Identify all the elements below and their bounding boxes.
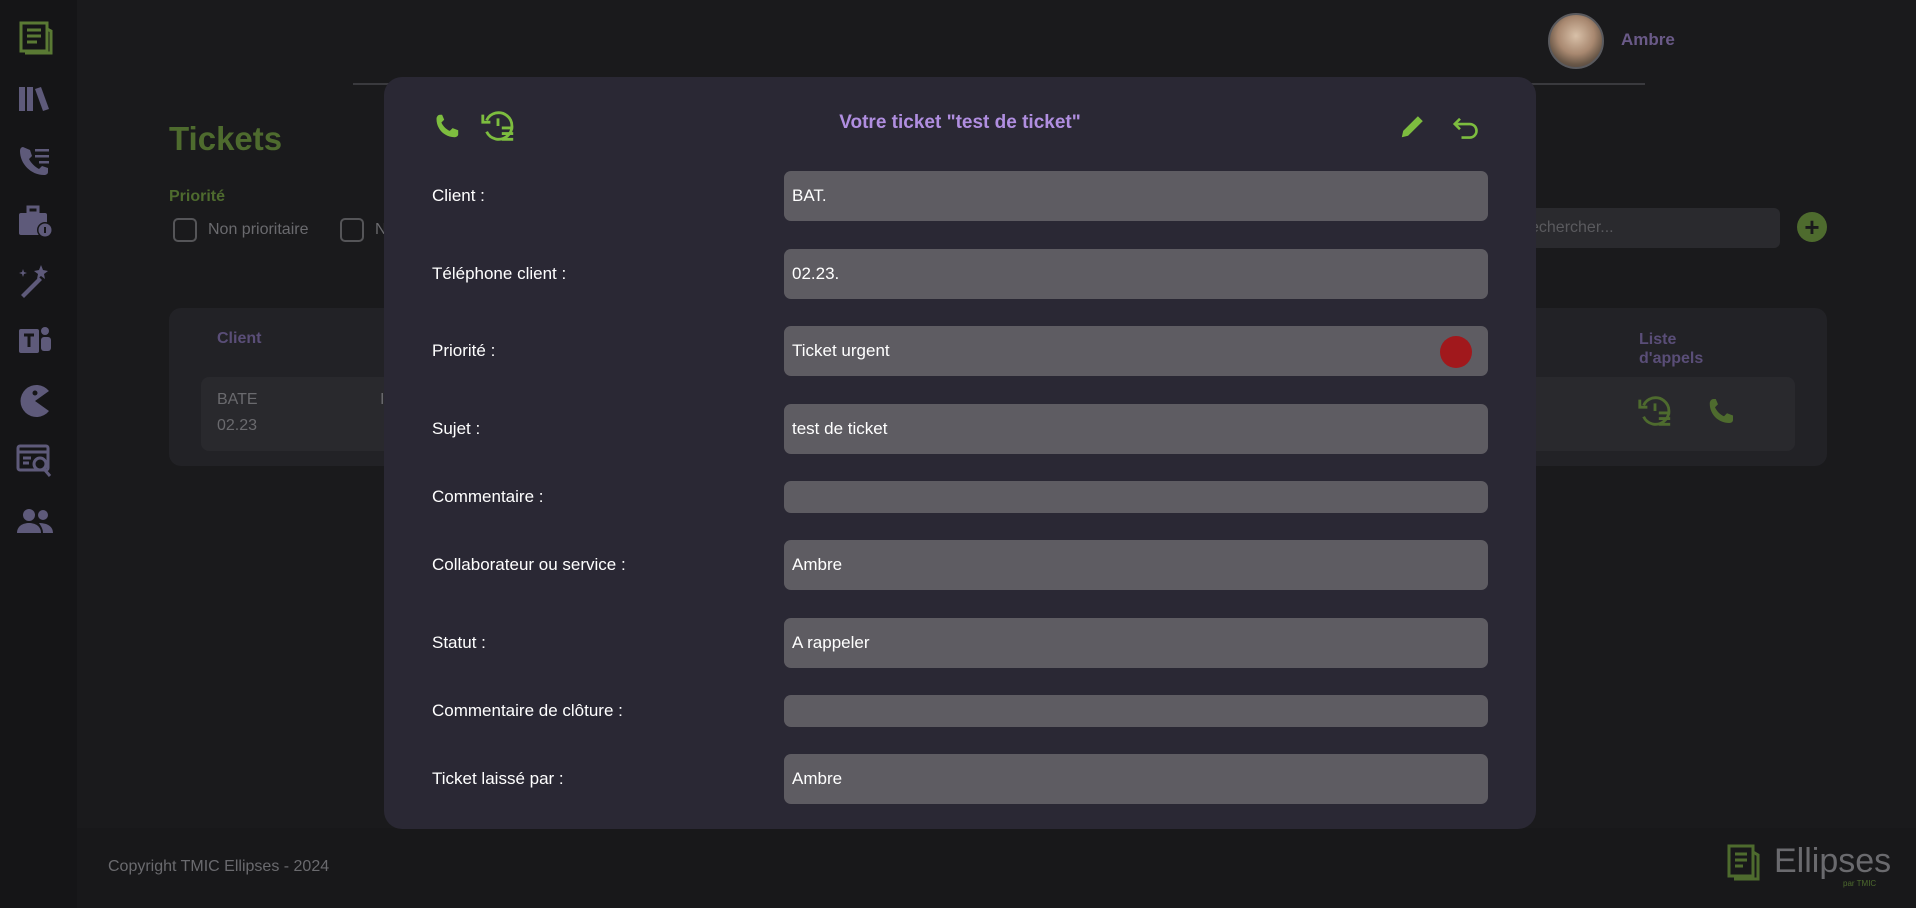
search-input[interactable]: echercher... xyxy=(1520,208,1780,248)
ellipses-logo-icon xyxy=(1727,844,1760,881)
field-label-laisse-par: Ticket laissé par : xyxy=(432,769,564,788)
field-statut[interactable]: A rappeler xyxy=(784,618,1488,668)
field-laisse-par[interactable]: Ambre xyxy=(784,754,1488,804)
ticket-modal: Votre ticket "test de ticket" Client : B… xyxy=(384,77,1536,829)
field-label-telephone: Téléphone client : xyxy=(432,264,567,283)
call-history-icon[interactable] xyxy=(1636,392,1674,435)
field-label-commentaire: Commentaire : xyxy=(432,487,544,506)
priority-value: Ticket urgent xyxy=(792,341,890,360)
column-header-liste-appels: Liste d'appels xyxy=(1639,330,1703,368)
edit-pencil-icon[interactable] xyxy=(1398,111,1428,141)
return-icon[interactable] xyxy=(1450,113,1482,141)
brand-subtitle: par TMIC xyxy=(1843,879,1877,888)
filter-checkbox-non-prioritaire[interactable] xyxy=(173,218,197,242)
logo-icon[interactable] xyxy=(14,16,56,58)
field-telephone[interactable]: 02.23. xyxy=(784,249,1488,299)
field-label-priorite: Priorité : xyxy=(432,341,496,360)
add-ticket-button[interactable]: + xyxy=(1797,212,1827,242)
modal-title: Votre ticket "test de ticket" xyxy=(839,112,1081,133)
field-priorite[interactable]: Ticket urgent xyxy=(784,326,1488,376)
wand-icon[interactable] xyxy=(14,260,56,302)
sidebar xyxy=(0,0,77,908)
briefcase-info-icon[interactable] xyxy=(14,200,56,242)
field-commentaire[interactable] xyxy=(784,481,1488,513)
field-label-collaborateur: Collaborateur ou service : xyxy=(432,555,626,574)
field-commentaire-cloture[interactable] xyxy=(784,695,1488,727)
library-icon[interactable] xyxy=(14,78,56,120)
field-label-commentaire-cloture: Commentaire de clôture : xyxy=(432,701,623,720)
users-icon[interactable] xyxy=(14,500,56,542)
brand-name: Ellipses xyxy=(1774,841,1892,880)
column-header-line: Liste xyxy=(1639,331,1677,348)
field-label-sujet: Sujet : xyxy=(432,419,481,438)
filter-checkbox-2[interactable] xyxy=(340,218,364,242)
copyright: Copyright TMIC Ellipses - 2024 xyxy=(108,858,330,875)
field-label-statut: Statut : xyxy=(432,633,486,652)
row-client: BATE xyxy=(217,391,258,408)
footer xyxy=(77,828,1916,908)
field-label-client: Client : xyxy=(432,186,485,205)
column-header-line: d'appels xyxy=(1639,350,1704,367)
call-list-icon[interactable] xyxy=(14,140,56,182)
avatar[interactable] xyxy=(1548,13,1604,69)
column-header-client: Client xyxy=(217,330,262,347)
teams-icon[interactable] xyxy=(14,320,56,362)
field-collaborateur[interactable]: Ambre xyxy=(784,540,1488,590)
priority-urgent-indicator xyxy=(1440,336,1472,368)
field-client[interactable]: BAT. xyxy=(784,171,1488,221)
field-sujet[interactable]: test de ticket xyxy=(784,404,1488,454)
page-title: Tickets xyxy=(169,120,283,157)
filter-label: Non prioritaire xyxy=(208,221,309,238)
phone-icon[interactable] xyxy=(1706,396,1736,431)
priority-filter-label: Priorité xyxy=(169,188,226,205)
row-phone: 02.23 xyxy=(217,417,258,434)
username[interactable]: Ambre xyxy=(1621,30,1675,50)
web-search-icon[interactable] xyxy=(14,440,56,482)
pacman-icon[interactable] xyxy=(14,380,56,422)
brand-logo: Ellipses xyxy=(1724,840,1891,882)
